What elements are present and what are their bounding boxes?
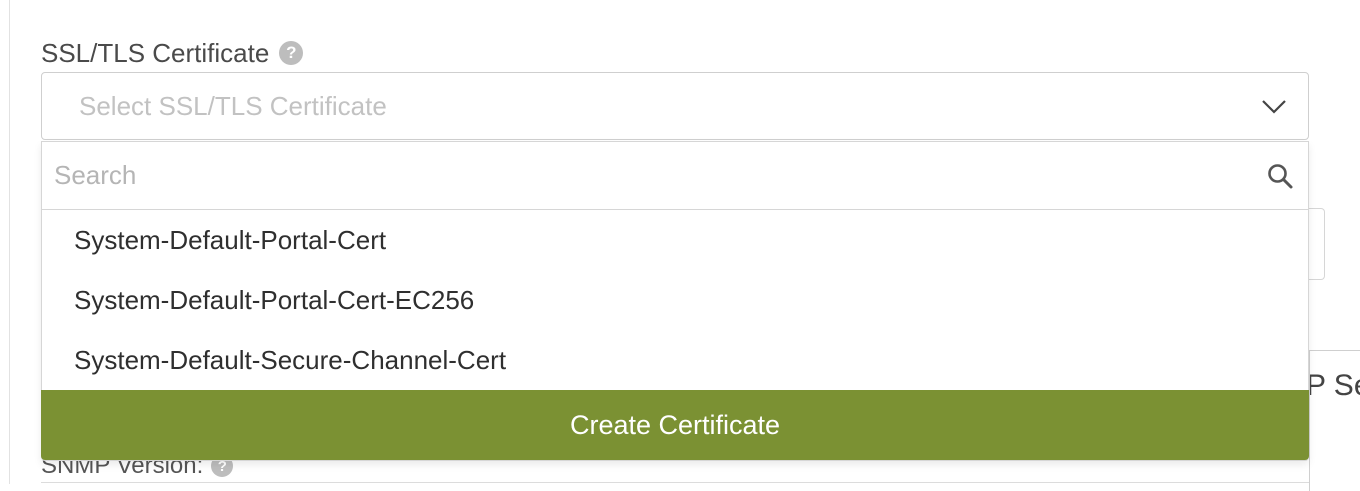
option-system-default-secure-channel-cert[interactable]: System-Default-Secure-Channel-Cert — [42, 330, 1308, 390]
search-input[interactable] — [42, 142, 1232, 208]
background-panel: P Se — [1309, 350, 1360, 491]
chevron-down-icon[interactable] — [1260, 94, 1288, 118]
snmp-field-border — [41, 482, 1309, 483]
left-divider — [9, 0, 10, 484]
help-icon[interactable]: ? — [279, 41, 304, 65]
ssl-certificate-label-text: SSL/TLS Certificate — [41, 37, 270, 68]
dropdown-search-row — [42, 142, 1308, 210]
search-icon[interactable] — [1266, 162, 1294, 190]
select-placeholder: Select SSL/TLS Certificate — [79, 91, 387, 121]
ssl-certificate-select[interactable]: Select SSL/TLS Certificate — [41, 72, 1309, 140]
background-panel-text: P Se — [1310, 369, 1360, 402]
background-field-edge — [1309, 208, 1325, 280]
create-certificate-button[interactable]: Create Certificate — [41, 390, 1309, 460]
option-system-default-portal-cert[interactable]: System-Default-Portal-Cert — [42, 210, 1308, 270]
ssl-certificate-label: SSL/TLS Certificate ? — [41, 36, 304, 70]
option-system-default-portal-cert-ec256[interactable]: System-Default-Portal-Cert-EC256 — [42, 270, 1308, 330]
dropdown-options: System-Default-Portal-Cert System-Defaul… — [42, 210, 1308, 390]
